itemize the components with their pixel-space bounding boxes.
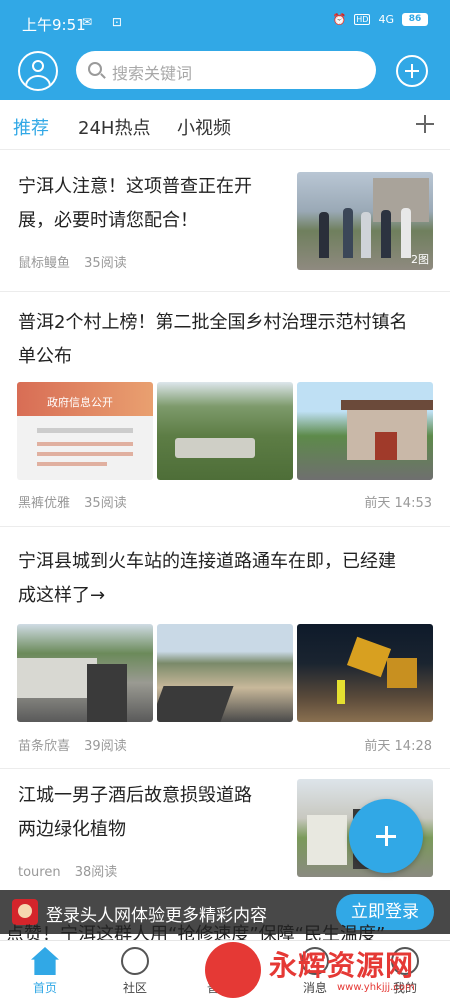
search-icon bbox=[88, 62, 102, 76]
network-icon: 4G bbox=[378, 13, 394, 26]
article-item[interactable]: 宁洱县城到火车站的连接道路通车在即，已经建 成这样了→ 苗条欣喜 39阅读 前天 … bbox=[0, 527, 450, 769]
article-meta: 黑裤优雅 35阅读 bbox=[18, 492, 127, 511]
article-thumbnail[interactable]: 2图 bbox=[297, 172, 433, 270]
image-count-badge: 2图 bbox=[411, 253, 429, 266]
article-reads: 38阅读 bbox=[74, 865, 118, 880]
battery-icon: 86 bbox=[402, 13, 428, 26]
article-time: 前天 14:28 bbox=[364, 739, 432, 754]
tab-short-video[interactable]: 小视频 bbox=[177, 114, 231, 140]
article-meta: touren 38阅读 bbox=[18, 861, 117, 880]
hd-icon: HD bbox=[354, 14, 371, 25]
search-placeholder: 搜索关键词 bbox=[112, 64, 193, 83]
article-title: 江城一男子酒后故意损毁道路 两边绿化植物 bbox=[18, 785, 252, 840]
article-title: 普洱2个村上榜！第二批全国乡村治理示范村镇名 单公布 bbox=[18, 312, 408, 367]
tab-24h-hot[interactable]: 24H热点 bbox=[78, 114, 150, 140]
tab-recommend[interactable]: 推荐 bbox=[13, 114, 49, 140]
notification-icons: ✉ ⊡ bbox=[82, 15, 130, 29]
watermark-url: www.yhkjjj.com bbox=[337, 982, 415, 993]
watermark-text: 永辉资源网 bbox=[269, 949, 415, 982]
channel-tabs: 推荐 24H热点 小视频 bbox=[0, 100, 450, 150]
add-channel-icon[interactable] bbox=[414, 113, 436, 135]
article-image[interactable] bbox=[297, 624, 433, 722]
article-reads: 39阅读 bbox=[84, 739, 127, 754]
status-bar: 上午9:51 ✉ ⊡ ⏰ HD 4G 86 bbox=[0, 0, 450, 44]
article-meta: 鼠标鳗鱼 35阅读 bbox=[18, 252, 127, 271]
nav-home[interactable]: 首页 bbox=[0, 941, 90, 1001]
floating-add-button[interactable] bbox=[349, 799, 423, 873]
article-author: touren bbox=[18, 865, 61, 880]
article-author: 鼠标鳗鱼 bbox=[18, 256, 71, 271]
article-item[interactable]: 宁洱人注意！这项普查正在开 展，必要时请您配合！ 鼠标鳗鱼 35阅读 2图 bbox=[0, 160, 450, 292]
watermark: 永辉资源网 www.yhkjjj.com bbox=[205, 938, 450, 1000]
article-image[interactable]: 政府信息公开 bbox=[17, 382, 153, 480]
top-bar: 搜索关键词 bbox=[0, 44, 450, 100]
search-input[interactable]: 搜索关键词 bbox=[76, 51, 376, 89]
nav-community[interactable]: 社区 bbox=[90, 941, 180, 1001]
article-time: 前天 14:53 bbox=[364, 496, 432, 511]
status-time: 上午9:51 bbox=[22, 16, 86, 34]
article-image[interactable] bbox=[297, 382, 433, 480]
add-circle-button[interactable] bbox=[396, 55, 428, 87]
community-icon bbox=[121, 947, 149, 975]
article-title: 宁洱县城到火车站的连接道路通车在即，已经建 成这样了→ bbox=[18, 551, 396, 606]
alarm-icon: ⏰ bbox=[332, 13, 347, 26]
home-icon bbox=[31, 947, 59, 975]
article-reads: 35阅读 bbox=[84, 256, 127, 271]
article-title: 宁洱人注意！这项普查正在开 展，必要时请您配合！ bbox=[18, 176, 252, 231]
watermark-logo bbox=[205, 942, 261, 998]
article-image[interactable] bbox=[17, 624, 153, 722]
status-right-icons: ⏰ HD 4G 86 bbox=[333, 13, 428, 26]
article-author: 苗条欣喜 bbox=[18, 739, 71, 754]
user-avatar-icon[interactable] bbox=[18, 51, 58, 91]
article-author: 黑裤优雅 bbox=[18, 496, 71, 511]
article-image[interactable] bbox=[157, 624, 293, 722]
article-item[interactable]: 普洱2个村上榜！第二批全国乡村治理示范村镇名 单公布 政府信息公开 黑裤优雅 35… bbox=[0, 292, 450, 527]
article-image[interactable] bbox=[157, 382, 293, 480]
article-reads: 35阅读 bbox=[84, 496, 127, 511]
article-meta: 苗条欣喜 39阅读 bbox=[18, 735, 127, 754]
